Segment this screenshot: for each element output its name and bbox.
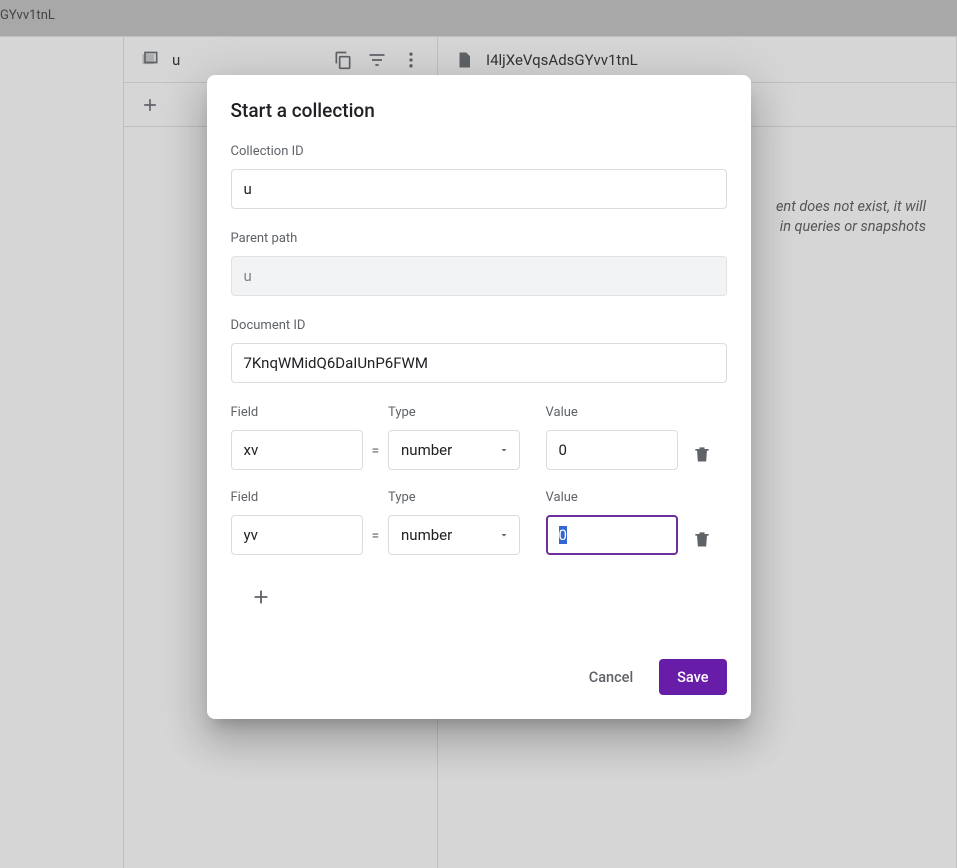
value-label: Value: [546, 490, 678, 505]
add-field-row: [231, 575, 727, 619]
trash-icon[interactable]: [692, 444, 712, 464]
parent-path-label: Parent path: [231, 231, 727, 246]
type-label: Type: [388, 490, 520, 505]
document-id-group: Document ID: [231, 318, 727, 383]
type-select-value: number: [401, 441, 452, 459]
field-name-input[interactable]: [231, 515, 363, 555]
collection-id-group: Collection ID: [231, 144, 727, 209]
type-select-value: number: [401, 526, 452, 544]
equals-sign: =: [363, 528, 388, 555]
add-field-button[interactable]: [247, 583, 275, 611]
spacer: [520, 459, 545, 470]
chevron-down-icon: [498, 529, 510, 541]
document-id-input[interactable]: [231, 343, 727, 383]
chevron-down-icon: [498, 444, 510, 456]
start-collection-dialog: Start a collection Collection ID Parent …: [207, 75, 751, 719]
dialog-title: Start a collection: [231, 99, 727, 122]
document-id-label: Document ID: [231, 318, 727, 333]
dialog-actions: Cancel Save: [231, 659, 727, 695]
field-name-input[interactable]: [231, 430, 363, 470]
collection-id-input[interactable]: [231, 169, 727, 209]
spacer: [520, 544, 545, 555]
field-value-input[interactable]: [546, 430, 678, 470]
type-select[interactable]: number: [388, 515, 520, 555]
modal-overlay: Start a collection Collection ID Parent …: [0, 0, 957, 868]
field-row: Field = Type number Value: [231, 405, 727, 470]
cancel-button[interactable]: Cancel: [571, 659, 651, 695]
value-label: Value: [546, 405, 678, 420]
field-value-input[interactable]: [546, 515, 678, 555]
save-button[interactable]: Save: [659, 659, 726, 695]
field-row: Field = Type number Value: [231, 490, 727, 555]
trash-icon[interactable]: [692, 529, 712, 549]
field-label: Field: [231, 490, 363, 505]
parent-path-group: Parent path: [231, 231, 727, 296]
parent-path-input: [231, 256, 727, 296]
field-label: Field: [231, 405, 363, 420]
type-select[interactable]: number: [388, 430, 520, 470]
equals-sign: =: [363, 443, 388, 470]
type-label: Type: [388, 405, 520, 420]
collection-id-label: Collection ID: [231, 144, 727, 159]
